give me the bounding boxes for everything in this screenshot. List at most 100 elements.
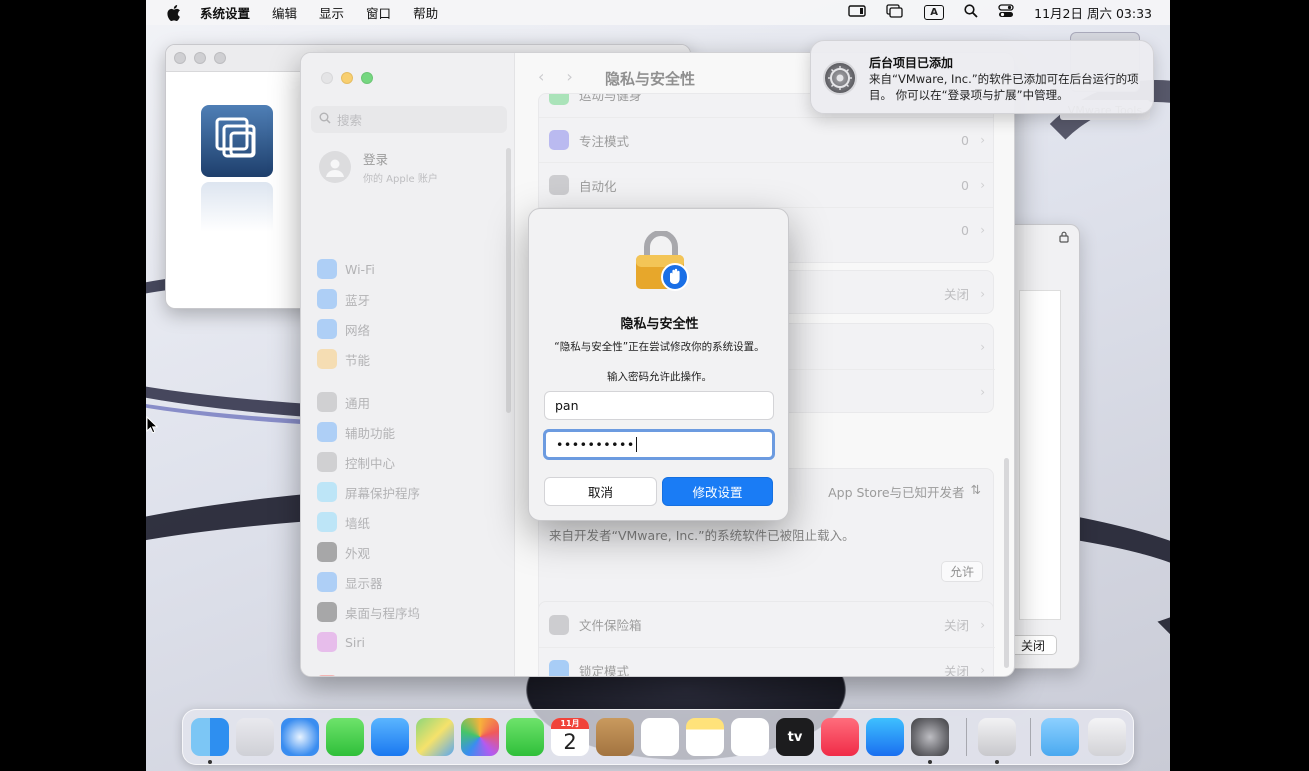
gear-icon	[317, 392, 337, 412]
settings-row[interactable]: 专注模式 0 ›	[539, 117, 993, 162]
window-stack-icon[interactable]	[886, 3, 904, 22]
menu-help[interactable]: 帮助	[413, 3, 438, 22]
launchpad-icon[interactable]	[236, 718, 274, 756]
facetime-icon[interactable]	[506, 718, 544, 756]
vmware-tools-app-icon[interactable]	[201, 105, 273, 177]
sidebar-item[interactable]: 节能	[317, 348, 370, 370]
menu-clock[interactable]: 11月2日 周六 03:33	[1034, 3, 1152, 22]
password-value: ••••••••••	[556, 437, 635, 452]
sidebar-item[interactable]: 蓝牙	[317, 288, 370, 310]
sidebar-item[interactable]: 辅助功能	[317, 421, 395, 443]
sidebar-item[interactable]: Wi-Fi	[317, 258, 375, 280]
fitness-icon	[549, 94, 569, 105]
sidebar-item[interactable]: Siri	[317, 631, 365, 653]
content-scrollbar[interactable]	[1004, 458, 1009, 668]
system-settings-icon[interactable]	[911, 718, 949, 756]
sidebar-item[interactable]: 外观	[317, 541, 370, 563]
appstore-icon[interactable]	[866, 718, 904, 756]
sidebar-item-label: 屏幕保护程序	[345, 485, 421, 501]
input-source-icon[interactable]: A	[924, 5, 945, 20]
chevron-right-icon: ›	[980, 663, 985, 677]
automation-icon	[549, 175, 569, 195]
mail-icon[interactable]	[371, 718, 409, 756]
sidebar-item[interactable]: 显示器	[317, 571, 383, 593]
sidebar-item-label: 桌面与程序坞	[345, 605, 421, 621]
notes-icon[interactable]	[686, 718, 724, 756]
sidebar-item[interactable]: 通用	[317, 391, 370, 413]
zoom-icon[interactable]	[214, 52, 226, 64]
music-icon[interactable]	[821, 718, 859, 756]
menu-window[interactable]: 窗口	[366, 3, 391, 22]
sidebar-item[interactable]: 控制中心	[317, 451, 395, 473]
calendar-icon[interactable]: 11月 2	[551, 718, 589, 756]
sidebar-item-label: 通知	[345, 676, 370, 677]
settings-row[interactable]: 自动化 0 ›	[539, 162, 993, 207]
cancel-button[interactable]: 取消	[544, 477, 657, 506]
search-icon	[319, 112, 331, 127]
modify-settings-button[interactable]: 修改设置	[662, 477, 773, 506]
row-label: 专注模式	[579, 133, 630, 149]
close-icon[interactable]	[174, 52, 186, 64]
password-field[interactable]: ••••••••••	[543, 429, 775, 460]
text-caret	[635, 437, 637, 452]
spotlight-search-icon[interactable]	[964, 3, 978, 22]
settings-row[interactable]: 锁定模式 关闭 ›	[539, 647, 995, 677]
sidebar-item[interactable]: 通知	[317, 674, 370, 677]
notification-banner[interactable]: 后台项目已添加 来自“VMware, Inc.”的软件已添加可在后台运行的项目。…	[810, 40, 1154, 114]
sidebar-item[interactable]: 桌面与程序坞	[317, 601, 420, 623]
display-icon	[317, 572, 337, 592]
settings-row[interactable]: 文件保险箱 关闭 ›	[539, 602, 995, 647]
back-icon[interactable]: ‹	[538, 67, 544, 86]
finder-icon[interactable]	[191, 718, 229, 756]
dock: 11月 2 tv	[182, 709, 1134, 765]
vmware-tools-reflection	[201, 182, 273, 232]
photos-icon[interactable]	[461, 718, 499, 756]
app-source-select[interactable]: App Store与已知开发者 ⇅	[828, 482, 981, 501]
menu-app-name[interactable]: 系统设置	[200, 3, 250, 22]
freeform-icon[interactable]	[731, 718, 769, 756]
menu-edit[interactable]: 编辑	[272, 3, 297, 22]
running-indicator	[928, 760, 932, 764]
app-source-value: App Store与已知开发者	[828, 485, 965, 500]
row-value: 关闭	[943, 287, 969, 302]
installer-close-button[interactable]: 关闭	[1009, 635, 1057, 655]
chevron-right-icon: ›	[980, 223, 985, 237]
apple-menu-icon[interactable]	[166, 4, 182, 21]
sidebar-item[interactable]: 墙纸	[317, 511, 370, 533]
account-login[interactable]: 登录 你的 Apple 账户	[319, 149, 438, 185]
allow-button[interactable]: 允许	[940, 561, 983, 582]
control-center-icon[interactable]	[998, 3, 1014, 22]
contacts-icon[interactable]	[596, 718, 634, 756]
username-field[interactable]: pan	[544, 391, 774, 420]
minimize-icon[interactable]	[194, 52, 206, 64]
safari-icon[interactable]	[281, 718, 319, 756]
downloads-folder-icon[interactable]	[1041, 718, 1079, 756]
sidebar-scrollbar[interactable]	[506, 148, 511, 413]
tv-icon[interactable]: tv	[776, 718, 814, 756]
row-value: 0	[961, 132, 969, 148]
close-icon[interactable]	[321, 72, 333, 84]
chevron-right-icon: ›	[980, 133, 985, 147]
maps-icon[interactable]	[416, 718, 454, 756]
sidebar-item[interactable]: 屏幕保护程序	[317, 481, 420, 503]
sidebar-item[interactable]: 网络	[317, 318, 370, 340]
running-indicator	[208, 760, 212, 764]
forward-icon[interactable]: ›	[566, 67, 572, 86]
minimize-icon[interactable]	[341, 72, 353, 84]
reminders-icon[interactable]	[641, 718, 679, 756]
row-label: 文件保险箱	[579, 618, 642, 633]
dialog-prompt: 输入密码允许此操作。	[607, 371, 712, 383]
row-value: 关闭	[943, 663, 969, 677]
filevault-icon	[549, 614, 569, 635]
installer-disk-icon[interactable]	[978, 718, 1016, 756]
siri-icon	[317, 632, 337, 652]
screen-mirroring-icon[interactable]	[848, 4, 866, 22]
screensaver-icon	[317, 482, 337, 502]
trash-icon[interactable]	[1088, 718, 1126, 756]
chevron-right-icon: ›	[980, 385, 985, 399]
menu-view[interactable]: 显示	[319, 3, 344, 22]
search-input[interactable]: 搜索	[311, 106, 507, 133]
messages-icon[interactable]	[326, 718, 364, 756]
zoom-icon[interactable]	[361, 72, 373, 84]
wallpaper-icon	[317, 512, 337, 532]
